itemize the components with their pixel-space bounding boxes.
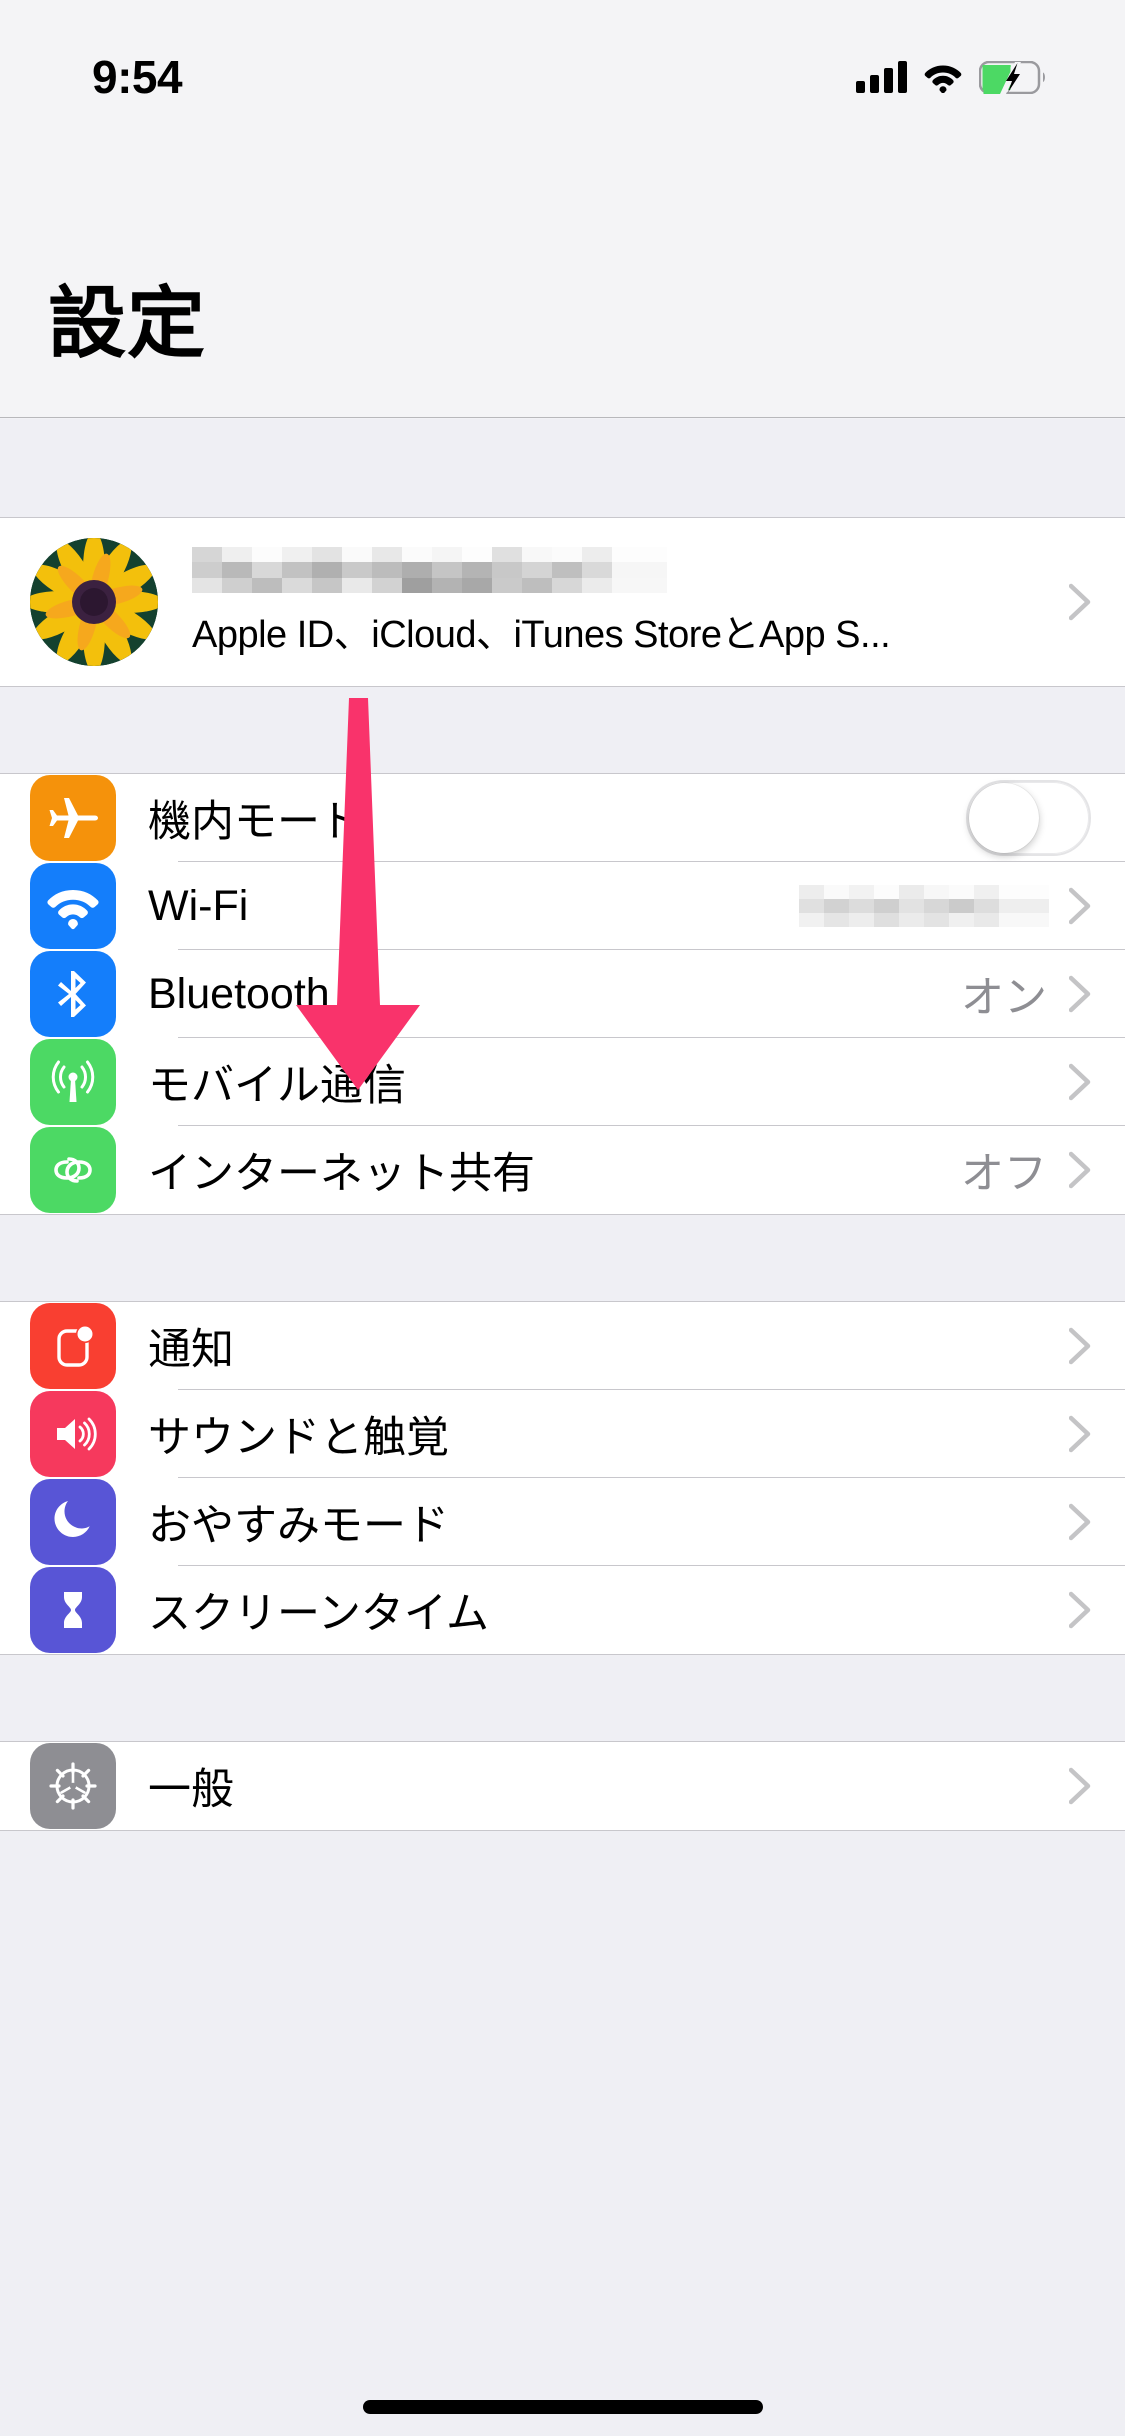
notification-badge-icon — [30, 1303, 116, 1389]
settings-row-do-not-disturb[interactable]: おやすみモード — [0, 1478, 1125, 1566]
apple-id-subtitle: Apple ID、iCloud、iTunes StoreとApp S... — [192, 613, 891, 656]
airplane-mode-toggle[interactable] — [966, 780, 1091, 856]
chevron-right-icon — [1069, 887, 1091, 925]
settings-row-airplane-mode[interactable]: 機内モード — [0, 774, 1125, 862]
iphone-settings-screen: 9:54 設定 Apple ID、iCloud、iTunes StoreとApp… — [0, 0, 1125, 2436]
chevron-right-icon — [1069, 1503, 1091, 1541]
list-gap-top — [0, 419, 1125, 517]
settings-row-label: おやすみモード — [148, 1502, 449, 1550]
settings-row-screen-time[interactable]: スクリーンタイム — [0, 1566, 1125, 1654]
apple-id-text: Apple ID、iCloud、iTunes StoreとApp S... — [192, 546, 1069, 658]
settings-row-label: 機内モード — [148, 798, 363, 846]
chevron-right-icon — [1069, 975, 1091, 1013]
chevron-right-icon — [1069, 583, 1091, 621]
status-bar: 9:54 — [0, 0, 1125, 132]
settings-row-label: インターネット共有 — [148, 1150, 535, 1198]
chevron-right-icon — [1069, 1767, 1091, 1805]
home-indicator[interactable] — [362, 2400, 763, 2414]
wifi-icon — [30, 863, 116, 949]
cellular-antenna-icon — [30, 1039, 116, 1125]
bluetooth-icon — [30, 951, 116, 1037]
chevron-right-icon — [1069, 1415, 1091, 1453]
list-gap-2 — [0, 1215, 1125, 1301]
settings-row-general[interactable]: 一般 — [0, 1742, 1125, 1830]
sunflower-avatar[interactable] — [30, 538, 158, 666]
bluetooth-state-value: オン — [961, 974, 1047, 1022]
page-title: 設定 — [48, 279, 207, 367]
battery-charging-icon — [979, 60, 1045, 94]
notifications-group: 通知 サウンドと触覚 おやすみモード スクリーンタイム — [0, 1301, 1125, 1655]
settings-row-label: モバイル通信 — [148, 1062, 406, 1110]
apple-id-group: Apple ID、iCloud、iTunes StoreとApp S... — [0, 517, 1125, 687]
settings-row-label: Wi-Fi — [148, 881, 249, 930]
cellular-bars-icon — [856, 61, 907, 93]
chevron-right-icon — [1069, 1151, 1091, 1189]
toggle-knob — [969, 783, 1039, 853]
hourglass-icon — [30, 1567, 116, 1653]
settings-row-notifications[interactable]: 通知 — [0, 1302, 1125, 1390]
status-bar-clock: 9:54 — [92, 51, 183, 103]
settings-row-label: 一般 — [148, 1766, 234, 1814]
navigation-bar: 設定 — [0, 132, 1125, 418]
connectivity-group: 機内モード Wi-Fi Bluetooth オン モバイル通信 インターネット共… — [0, 773, 1125, 1215]
list-gap-3 — [0, 1655, 1125, 1741]
apple-id-row[interactable]: Apple ID、iCloud、iTunes StoreとApp S... — [0, 518, 1125, 686]
settings-row-label: サウンドと触覚 — [148, 1414, 449, 1462]
chevron-right-icon — [1069, 1063, 1091, 1101]
settings-row-label: スクリーンタイム — [148, 1590, 489, 1638]
speaker-waves-icon — [30, 1391, 116, 1477]
moon-icon — [30, 1479, 116, 1565]
settings-list[interactable]: Apple ID、iCloud、iTunes StoreとApp S... 機内… — [0, 419, 1125, 2436]
chevron-right-icon — [1069, 1591, 1091, 1629]
system-group: 一般 — [0, 1741, 1125, 1831]
wifi-icon — [924, 65, 962, 93]
gear-icon — [30, 1743, 116, 1829]
settings-row-bluetooth[interactable]: Bluetooth オン — [0, 950, 1125, 1038]
apple-id-name-redacted — [192, 546, 667, 593]
settings-row-cellular[interactable]: モバイル通信 — [0, 1038, 1125, 1126]
wifi-value-redacted — [799, 885, 1049, 927]
settings-row-label: 通知 — [148, 1326, 234, 1374]
airplane-icon — [30, 775, 116, 861]
list-gap-1 — [0, 687, 1125, 773]
chevron-right-icon — [1069, 1327, 1091, 1365]
settings-row-personal-hotspot[interactable]: インターネット共有 オフ — [0, 1126, 1125, 1214]
settings-row-sounds-haptics[interactable]: サウンドと触覚 — [0, 1390, 1125, 1478]
settings-row-wifi[interactable]: Wi-Fi — [0, 862, 1125, 950]
status-bar-indicators — [856, 60, 1047, 94]
settings-row-label: Bluetooth — [148, 969, 330, 1018]
hotspot-state-value: オフ — [961, 1150, 1047, 1198]
hotspot-link-icon — [30, 1127, 116, 1213]
